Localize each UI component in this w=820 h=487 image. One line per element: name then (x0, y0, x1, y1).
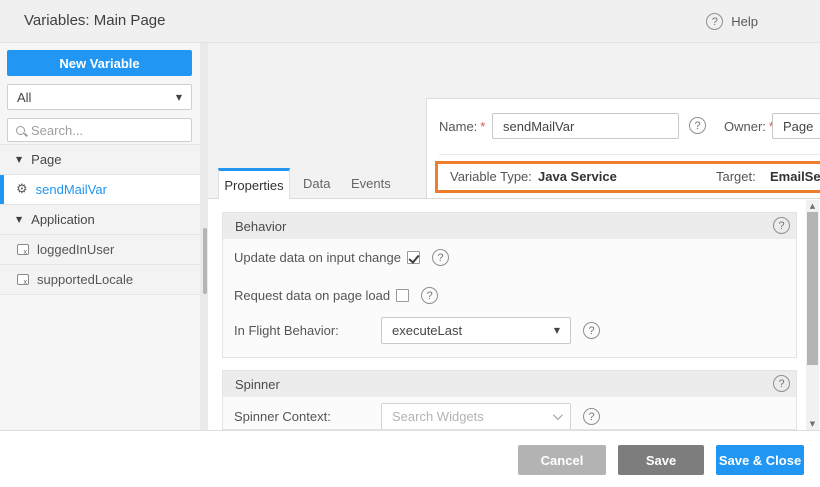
update-on-input-help-icon[interactable]: ? (432, 249, 449, 266)
in-flight-row: In Flight Behavior: executeLast ▼ ? (234, 317, 600, 344)
spinner-section: Spinner ? Spinner Context: Search Widget… (222, 370, 797, 430)
search-input[interactable] (31, 123, 171, 138)
tab-label: Properties (224, 178, 283, 193)
variable-search-box[interactable] (7, 118, 192, 142)
variable-filter-select[interactable]: All ▼ (7, 84, 192, 110)
scroll-down-icon[interactable]: ▼ (806, 418, 819, 430)
search-icon (16, 126, 25, 135)
chevron-down-icon: ▼ (554, 326, 560, 335)
tree-item-label: loggedInUser (37, 242, 114, 257)
card-divider (439, 154, 820, 155)
tree-item-label: sendMailVar (36, 182, 107, 197)
update-on-input-checkbox[interactable] (407, 251, 420, 264)
tree-group-label: Page (31, 152, 61, 167)
caret-down-icon[interactable]: ▼ (16, 155, 22, 164)
request-on-load-row: Request data on page load ? (234, 287, 438, 304)
name-field[interactable] (492, 113, 679, 139)
tree-item-label: supportedLocale (37, 272, 133, 287)
scroll-up-icon[interactable]: ▲ (806, 200, 819, 212)
sidebar-scrollbar-thumb[interactable] (203, 228, 207, 294)
variables-sidebar: New Variable All ▼ ▼ Page ⚙ sendMailVar … (0, 43, 200, 430)
tree-item-supportedlocale[interactable]: supportedLocale (0, 265, 200, 295)
in-flight-help-icon[interactable]: ? (583, 322, 600, 339)
behavior-section: Behavior ? Update data on input change ?… (222, 212, 797, 358)
spinner-help-icon[interactable]: ? (773, 375, 790, 392)
tree-group-page[interactable]: ▼ Page (0, 145, 200, 175)
scrollbar-thumb[interactable] (807, 212, 818, 365)
section-title: Spinner (235, 377, 280, 392)
dialog-footer: Cancel Save Save & Close (0, 430, 820, 487)
spinner-context-row: Spinner Context: Search Widgets ? (234, 403, 600, 430)
owner-label: Owner:* (724, 119, 774, 134)
spinner-context-help-icon[interactable]: ? (583, 408, 600, 425)
name-help-icon[interactable]: ? (689, 117, 706, 134)
page-title: Variables: Main Page (24, 12, 165, 29)
spinner-section-header: Spinner ? (223, 371, 796, 397)
new-variable-button[interactable]: New Variable (7, 50, 192, 76)
detail-tabs: Properties Data Events (208, 168, 820, 199)
behavior-section-header: Behavior ? (223, 213, 796, 239)
spinner-context-label: Spinner Context: (234, 409, 369, 424)
title-bar: Variables: Main Page ? Help (0, 0, 820, 43)
spinner-context-placeholder: Search Widgets (392, 409, 484, 424)
request-on-load-help-icon[interactable]: ? (421, 287, 438, 304)
tree-item-loggedinuser[interactable]: loggedInUser (0, 235, 200, 265)
variable-filter-value: All (17, 90, 31, 105)
properties-scrollbar[interactable]: ▲ ▼ (806, 200, 819, 430)
spinner-context-select[interactable]: Search Widgets (381, 403, 571, 430)
tree-item-sendmailvar[interactable]: ⚙ sendMailVar (0, 175, 200, 205)
tab-events[interactable]: Events (351, 168, 391, 199)
update-on-input-row: Update data on input change ? (234, 249, 449, 266)
required-marker: * (480, 119, 485, 134)
request-on-load-checkbox[interactable] (396, 289, 409, 302)
variable-icon (17, 274, 29, 285)
variables-dialog: Variables: Main Page ? Help New Variable… (0, 0, 820, 487)
chevron-down-icon: ▼ (176, 93, 182, 102)
tree-group-label: Application (31, 212, 95, 227)
help-button[interactable]: ? Help (706, 13, 758, 30)
help-label: Help (731, 14, 758, 29)
in-flight-select[interactable]: executeLast ▼ (381, 317, 571, 344)
tree-group-application[interactable]: ▼ Application (0, 205, 200, 235)
gear-icon: ⚙ (16, 183, 28, 196)
owner-value: Page (783, 119, 813, 134)
save-button[interactable]: Save (618, 445, 704, 475)
section-title: Behavior (235, 219, 286, 234)
request-on-load-label: Request data on page load (234, 288, 390, 303)
selected-indicator (0, 175, 4, 204)
save-close-button[interactable]: Save & Close (716, 445, 804, 475)
variables-tree: ▼ Page ⚙ sendMailVar ▼ Application logge… (0, 144, 200, 295)
chevron-down-icon (553, 410, 563, 420)
tab-data[interactable]: Data (303, 168, 330, 199)
help-icon: ? (706, 13, 723, 30)
in-flight-label: In Flight Behavior: (234, 323, 369, 338)
cancel-button[interactable]: Cancel (518, 445, 606, 475)
in-flight-value: executeLast (392, 323, 462, 338)
caret-down-icon[interactable]: ▼ (16, 215, 22, 224)
tab-properties[interactable]: Properties (218, 168, 290, 199)
behavior-help-icon[interactable]: ? (773, 217, 790, 234)
name-label: Name:* (439, 119, 485, 134)
owner-select[interactable]: Page ▼ (772, 113, 820, 139)
variable-icon (17, 244, 29, 255)
update-on-input-label: Update data on input change (234, 250, 401, 265)
